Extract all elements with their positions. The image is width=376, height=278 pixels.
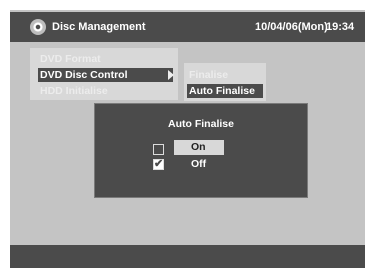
time-display: 19:34 xyxy=(326,21,355,33)
dialog-title: Auto Finalise xyxy=(168,118,234,130)
chevron-right-icon xyxy=(168,70,174,80)
bottom-bar xyxy=(10,245,365,268)
main-menu: DVD Format DVD Disc Control HDD Initiali… xyxy=(30,48,178,100)
option-on[interactable]: On xyxy=(174,140,224,155)
submenu-item-auto-finalise[interactable]: Auto Finalise xyxy=(187,84,263,98)
submenu-item-finalise[interactable]: Finalise xyxy=(187,68,263,82)
title-bar: Disc Management 10/04/06(Mon) 19:34 xyxy=(10,12,365,42)
check-icon: ✔ xyxy=(154,158,164,170)
menu-item-dvd-format[interactable]: DVD Format xyxy=(38,52,173,66)
menu-item-hdd-initialise[interactable]: HDD Initialise xyxy=(38,84,173,98)
on-checkbox[interactable] xyxy=(153,144,164,155)
page-title: Disc Management xyxy=(52,21,146,33)
date-display: 10/04/06(Mon) xyxy=(255,21,328,33)
sub-menu: Finalise Auto Finalise xyxy=(184,63,266,101)
menu-item-dvd-disc-control[interactable]: DVD Disc Control xyxy=(38,68,173,82)
disc-icon xyxy=(30,19,46,35)
option-off[interactable]: Off xyxy=(174,157,224,172)
off-checkbox[interactable]: ✔ xyxy=(153,159,164,170)
auto-finalise-dialog: Auto Finalise On ✔ Off xyxy=(94,103,308,198)
